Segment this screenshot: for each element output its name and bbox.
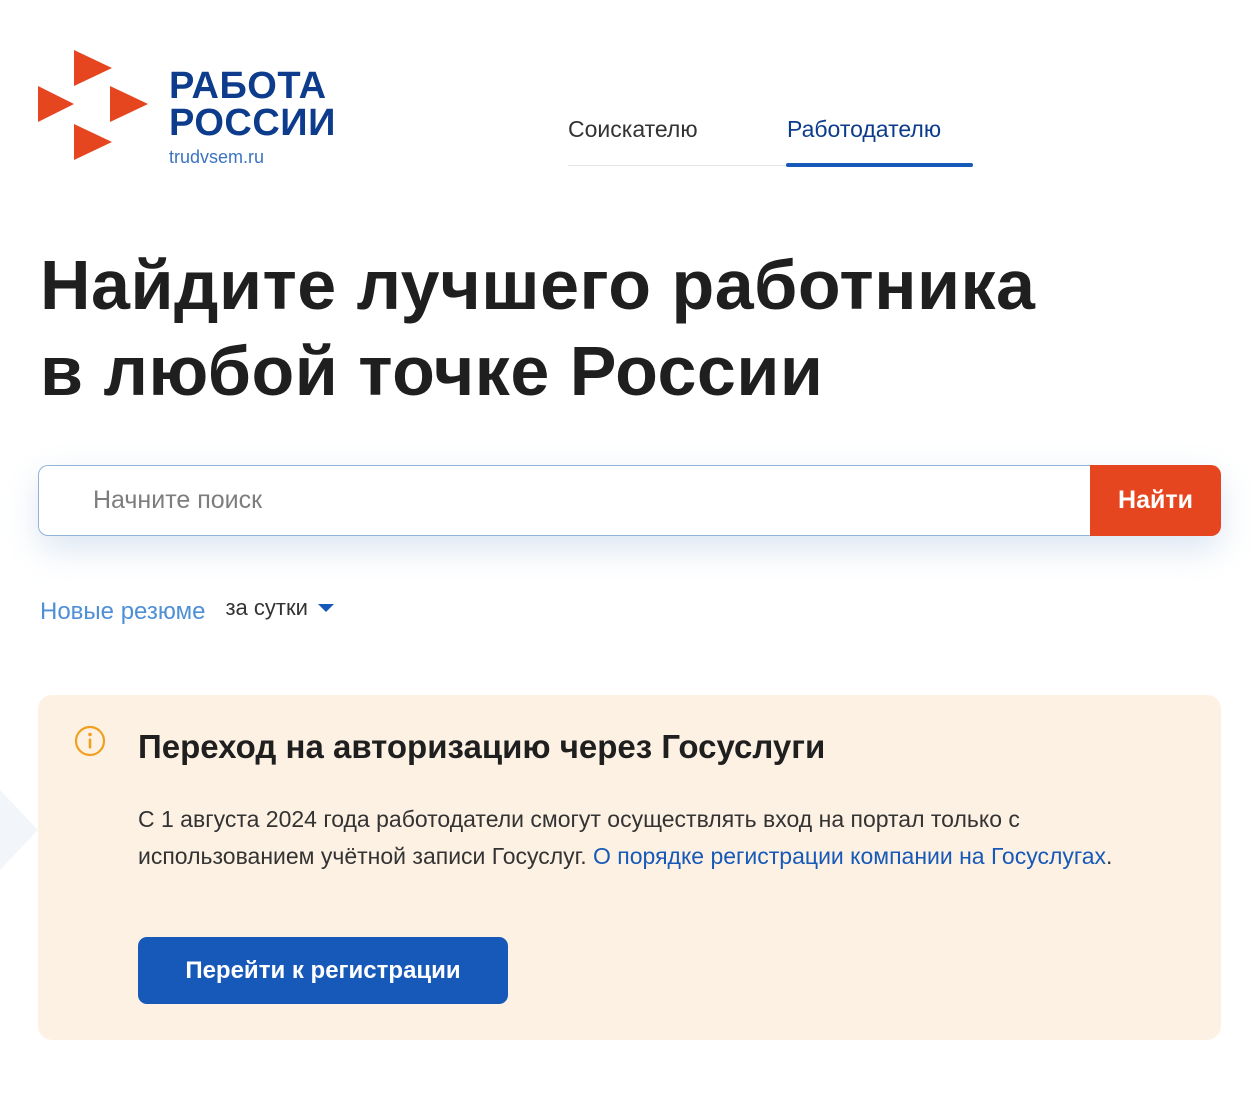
decorative-arrow	[0, 790, 38, 870]
logo-domain: trudvsem.ru	[169, 147, 265, 167]
logo-line-2: РОССИИ	[169, 102, 336, 144]
active-tab-indicator	[786, 163, 973, 167]
notice-body: С 1 августа 2024 года работодатели смогу…	[138, 801, 1188, 875]
audience-tabs: Соискателю Работодателю	[568, 116, 973, 167]
new-resumes-link[interactable]: Новые резюме	[40, 598, 205, 626]
hero-title: Найдите лучшего работника в любой точке …	[40, 242, 1035, 414]
hero-title-line-2: в любой точке России	[40, 332, 824, 410]
tab-job-seeker[interactable]: Соискателю	[568, 116, 698, 143]
search-bar: Найти	[38, 465, 1221, 536]
period-dropdown[interactable]: за сутки	[225, 595, 334, 621]
info-icon	[74, 725, 106, 757]
notice-title: Переход на авторизацию через Госуслуги	[138, 728, 826, 765]
period-selected: за сутки	[225, 595, 308, 620]
new-resumes-row: Новые резюме за сутки	[40, 595, 334, 626]
logo-text: РАБОТА РОССИИ trudvsem.ru	[169, 65, 336, 168]
search-button[interactable]: Найти	[1090, 465, 1221, 536]
go-to-registration-button[interactable]: Перейти к регистрации	[138, 937, 508, 1004]
notice-body-end: .	[1106, 843, 1113, 869]
logo-arrows-icon	[38, 50, 148, 160]
tab-employer[interactable]: Работодателю	[787, 116, 941, 143]
hero-title-line-1: Найдите лучшего работника	[40, 246, 1036, 324]
caret-down-icon	[317, 604, 334, 612]
search-input[interactable]	[38, 465, 1090, 536]
site-logo[interactable]: РАБОТА РОССИИ trudvsem.ru	[36, 46, 356, 172]
registration-info-link[interactable]: О порядке регистрации компании на Госусл…	[593, 843, 1106, 869]
logo-line-1: РАБОТА	[169, 65, 327, 107]
page: РАБОТА РОССИИ trudvsem.ru Соискателю Раб…	[0, 0, 1260, 1116]
gosuslugi-notice: Переход на авторизацию через Госуслуги С…	[38, 695, 1221, 1040]
